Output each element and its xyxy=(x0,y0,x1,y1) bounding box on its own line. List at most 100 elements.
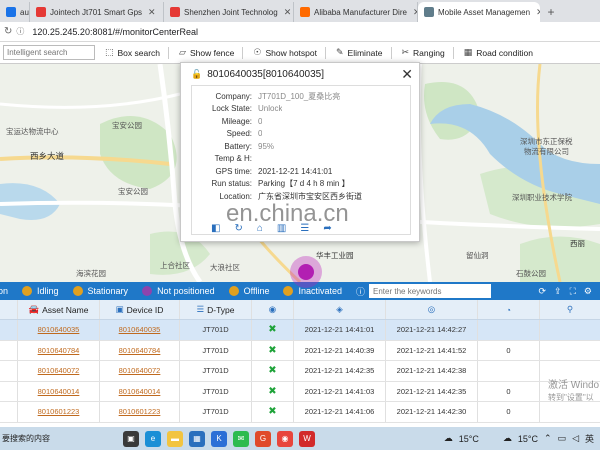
gps-time-cell: 2021-12-21 14:41:03 xyxy=(294,381,386,401)
detail-row-temp: Temp & H: xyxy=(214,154,252,164)
app-g-icon[interactable]: G xyxy=(255,430,271,447)
browser-tab-2[interactable]: Shenzhen Joint Technolog ✕ xyxy=(164,2,294,22)
detail-row-lock-state: Lock State: Unlock xyxy=(211,104,283,114)
volume-icon[interactable]: ◁ xyxy=(572,433,579,444)
device-id-link[interactable]: 8010640014 xyxy=(119,387,161,396)
asset-name-link[interactable]: 8010640014 xyxy=(38,387,80,396)
browser-tab-0[interactable]: aufa xyxy=(0,2,30,22)
table-row[interactable]: 8010640035 8010640035 JT701D ✖ 2021-12-2… xyxy=(0,320,600,341)
status-online[interactable]: on xyxy=(0,286,8,296)
gps-time-cell: 2021-12-21 14:40:39 xyxy=(294,340,386,360)
store-icon[interactable]: ▦ xyxy=(189,430,205,447)
header-location[interactable]: ⚲ xyxy=(540,300,600,319)
status-idling[interactable]: Idling xyxy=(22,286,59,296)
device-id-link[interactable]: 8010601223 xyxy=(119,407,161,416)
map-label: 石鼓公园 xyxy=(516,269,546,278)
close-tab-icon[interactable]: ✕ xyxy=(148,7,156,18)
system-tray: ☁ 15°C ☁ 15°C ⌃ ▭ ◁ 英 xyxy=(444,432,600,445)
asset-name-link[interactable]: 8010640072 xyxy=(38,366,80,375)
close-tab-icon[interactable]: ✕ xyxy=(284,7,292,18)
wps-icon[interactable]: W xyxy=(299,430,315,447)
ranging-button[interactable]: ✂ Ranging xyxy=(402,47,445,58)
header-speed[interactable]: ◔ xyxy=(478,300,540,319)
gps-ok-icon: ✖ xyxy=(268,344,277,356)
table-row[interactable]: 8010601223 8010601223 JT701D ✖ 2021-12-2… xyxy=(0,402,600,423)
asset-name-link[interactable]: 8010601223 xyxy=(38,407,80,416)
info-icon[interactable]: ⓘ xyxy=(16,26,24,37)
asset-name-link[interactable]: 8010640035 xyxy=(38,325,80,334)
tray-chevron-icon[interactable]: ⌃ xyxy=(544,433,552,444)
url-field[interactable]: 120.25.245.20:8081/#/monitorCenterReal xyxy=(32,27,198,37)
intelligent-search-input[interactable] xyxy=(3,45,95,60)
signal-time-cell: 2021-12-21 14:42:35 xyxy=(386,381,478,401)
table-row[interactable]: 8010640014 8010640014 JT701D ✖ 2021-12-2… xyxy=(0,381,600,402)
header-checkbox[interactable] xyxy=(0,300,18,319)
weather-icon-2: ☁ xyxy=(502,433,512,443)
map-label: 深圳职业技术学院 xyxy=(512,193,572,202)
header-d-type[interactable]: ☰ D-Type xyxy=(180,300,252,319)
device-id-link[interactable]: 8010640035 xyxy=(119,325,161,334)
show-fence-button[interactable]: ▱ Show fence xyxy=(179,47,234,58)
road-condition-button[interactable]: ▦ Road condition xyxy=(464,47,533,58)
asset-table: 🚘 Asset Name ▣ Device ID ☰ D-Type ◉ ◈ ◎ ◔ ⚲… xyxy=(0,300,600,423)
ranging-icon: ✂ xyxy=(401,47,410,57)
browser-tab-1[interactable]: Jointech Jt701 Smart Gps ✕ xyxy=(30,2,164,22)
status-stationary[interactable]: Stationary xyxy=(72,286,128,296)
list-icon: ☰ xyxy=(196,304,205,314)
close-icon[interactable]: ✕ xyxy=(401,66,413,83)
wechat-icon[interactable]: ✉ xyxy=(233,430,249,447)
export-icon[interactable]: ⇪ xyxy=(554,286,562,297)
refresh-icon[interactable]: ⟳ xyxy=(539,286,547,297)
info-icon[interactable]: ⓘ xyxy=(356,285,365,298)
device-id-link[interactable]: 8010640072 xyxy=(119,366,161,375)
chrome-icon[interactable]: ◉ xyxy=(277,430,293,447)
status-not-positioned[interactable]: Not positioned xyxy=(142,286,215,296)
browser-tab-4[interactable]: Mobile Asset Managemen ✕ xyxy=(418,2,540,22)
header-signal-time[interactable]: ◎ xyxy=(386,300,478,319)
tab-favicon-icon xyxy=(6,7,16,17)
header-device-id[interactable]: ▣ Device ID xyxy=(100,300,180,319)
weather-temp[interactable]: 15°C xyxy=(459,434,479,444)
location-cell xyxy=(540,402,600,422)
reload-icon[interactable]: ↻ xyxy=(4,26,12,37)
device-id-link[interactable]: 8010640784 xyxy=(119,346,161,355)
show-hotspot-button[interactable]: ☉ Show hotspot xyxy=(253,47,317,58)
box-search-icon: ⬚ xyxy=(105,47,114,57)
table-row[interactable]: 8010640784 8010640784 JT701D ✖ 2021-12-2… xyxy=(0,340,600,361)
keyword-search-input[interactable] xyxy=(369,284,492,298)
map-label: 大浪社区 xyxy=(210,263,240,272)
ime-language[interactable]: 英 xyxy=(585,432,594,445)
header-asset-name[interactable]: 🚘 Asset Name xyxy=(18,300,100,319)
device-type: JT701D xyxy=(180,402,252,422)
browser-tab-3[interactable]: Alibaba Manufacturer Dire ✕ xyxy=(294,2,418,22)
file-explorer-icon[interactable]: ▬ xyxy=(167,430,183,447)
toolbar-divider xyxy=(390,46,392,59)
edge-icon[interactable]: e xyxy=(145,430,161,447)
header-gps-time[interactable]: ◈ xyxy=(294,300,386,319)
fullscreen-icon[interactable]: ⛶ xyxy=(570,286,576,297)
task-view-icon[interactable]: ▣ xyxy=(123,430,139,447)
gps-time-cell: 2021-12-21 14:41:01 xyxy=(294,320,386,340)
detail-row-company: Company: JT701D_100_夏桑比亮 xyxy=(215,91,341,101)
network-icon[interactable]: ▭ xyxy=(558,433,567,444)
tab-favicon-icon xyxy=(424,7,434,17)
fence-icon: ▱ xyxy=(179,47,186,57)
vehicle-marker-icon[interactable] xyxy=(290,256,322,288)
app-k-icon[interactable]: K xyxy=(211,430,227,447)
map-label: 上合社区 xyxy=(160,261,190,270)
box-search-button[interactable]: ⬚ Box search xyxy=(105,47,160,58)
weather-temp-2[interactable]: 15°C xyxy=(518,434,538,444)
header-gps[interactable]: ◉ xyxy=(252,300,294,319)
status-offline[interactable]: Offline xyxy=(228,286,269,296)
asset-name-link[interactable]: 8010640784 xyxy=(38,346,80,355)
location-cell xyxy=(540,341,600,361)
track-icon[interactable]: ◧ xyxy=(211,223,220,234)
table-row[interactable]: 8010640072 8010640072 JT701D ✖ 2021-12-2… xyxy=(0,361,600,382)
map-label: 宝安公园 xyxy=(112,121,142,130)
new-tab-button[interactable]: + xyxy=(540,2,562,22)
settings-icon[interactable]: ⚙ xyxy=(584,286,592,297)
taskbar-search[interactable]: 要搜索的内容 xyxy=(0,433,120,444)
status-inactivated[interactable]: Inactivated xyxy=(283,286,342,296)
eliminate-button[interactable]: ✎ Eliminate xyxy=(336,47,383,58)
location-icon: ⚲ xyxy=(566,304,574,314)
